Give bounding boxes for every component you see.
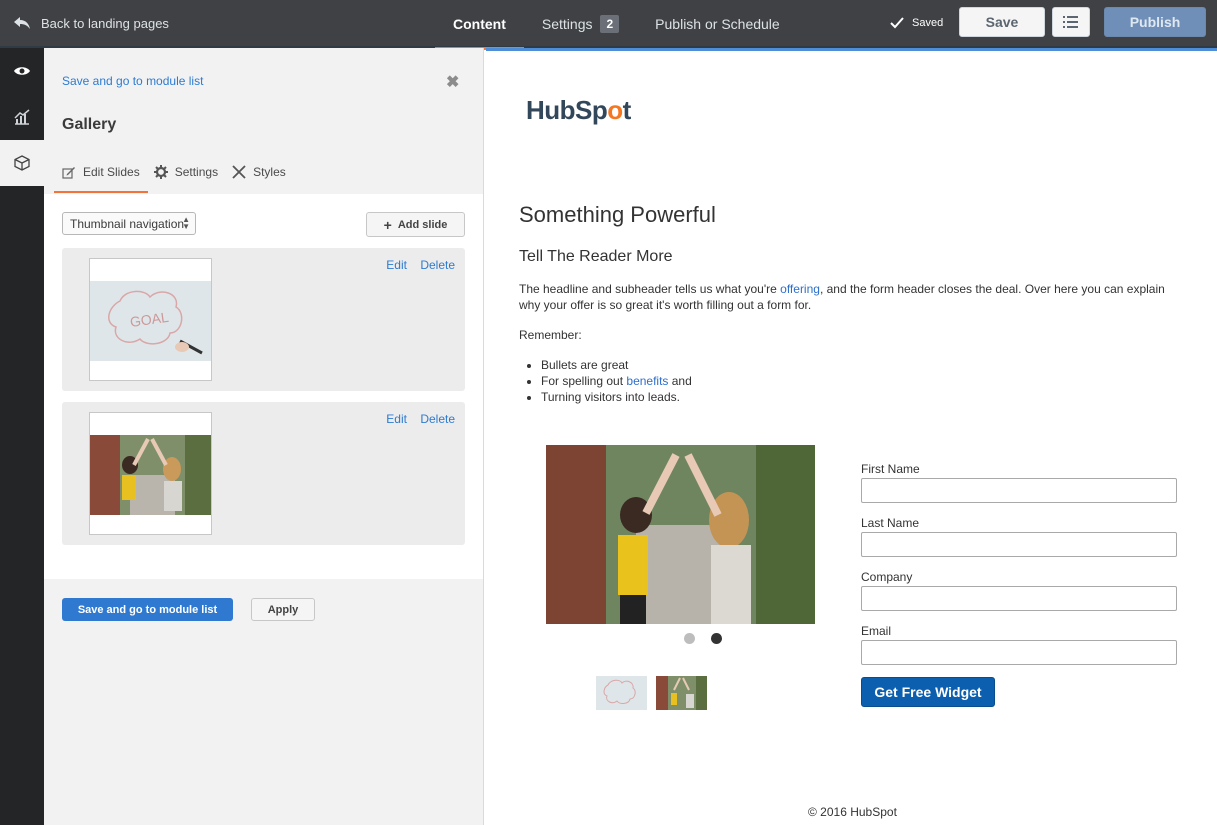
bullet-text: For spelling out [541, 374, 627, 388]
back-arrow-icon [14, 17, 30, 29]
publish-button[interactable]: Publish [1104, 7, 1206, 37]
select-arrows-icon: ▲ ▼ [182, 215, 190, 231]
gallery-main-image[interactable] [546, 445, 815, 624]
settings-count-badge: 2 [600, 15, 620, 33]
styles-icon [232, 165, 246, 179]
last-name-field[interactable] [861, 532, 1177, 557]
save-button[interactable]: Save [959, 7, 1045, 37]
edit-icon [62, 166, 75, 179]
bullet-item: For spelling out benefits and [541, 373, 692, 389]
email-label: Email [861, 624, 892, 638]
close-icon[interactable]: ✖ [446, 72, 459, 92]
page-subheadline: Tell The Reader More [519, 248, 673, 265]
tab-publish-or-schedule[interactable]: Publish or Schedule [637, 0, 798, 48]
slider-dot[interactable] [684, 633, 695, 644]
page-headline: Something Powerful [519, 202, 716, 227]
bullet-item: Bullets are great [541, 357, 692, 373]
slide-thumbnail: GOAL [89, 258, 212, 381]
company-label: Company [861, 570, 913, 584]
module-box-icon [14, 155, 30, 171]
email-field[interactable] [861, 640, 1177, 665]
company-field[interactable] [861, 586, 1177, 611]
remember-label: Remember: [519, 328, 582, 342]
rail-analytics[interactable] [0, 94, 44, 140]
left-icon-rail [0, 48, 44, 825]
page-preview: HubSp o t Something Powerful Tell The Read… [486, 48, 1217, 825]
analytics-icon [14, 109, 30, 125]
bullet-text: and [668, 374, 692, 388]
subtab-styles-label: Styles [253, 165, 286, 179]
hubspot-logo: HubSp o t [526, 95, 631, 126]
slider-dots [684, 633, 738, 644]
navigation-type-value: Thumbnail navigation [70, 216, 185, 231]
add-slide-label: Add slide [397, 218, 448, 231]
gear-icon [153, 165, 168, 179]
edit-slide-link[interactable]: Edit [386, 412, 407, 426]
slide-card: Edit Delete [62, 402, 465, 545]
high-five-image [90, 435, 211, 515]
body-paragraph: The headline and subheader tells us what… [519, 281, 1179, 313]
body-text-start: The headline and subheader tells us what… [519, 282, 781, 296]
first-name-label: First Name [861, 462, 920, 476]
tab-content[interactable]: Content [435, 0, 524, 50]
apply-button[interactable]: Apply [251, 598, 315, 621]
rail-modules[interactable] [0, 140, 44, 186]
top-tabs: Content Settings 2 Publish or Schedule [435, 0, 798, 50]
slider-dot-active[interactable] [711, 633, 722, 644]
subtab-edit-slides[interactable]: Edit Slides [54, 160, 148, 193]
delete-slide-link[interactable]: Delete [420, 258, 455, 272]
module-title: Gallery [62, 116, 117, 133]
save-and-go-to-module-list-link[interactable]: Save and go to module list [62, 74, 203, 88]
checkmark-icon [890, 17, 904, 29]
benefits-link[interactable]: benefits [626, 374, 668, 388]
slide-actions: Edit Delete [376, 412, 455, 426]
subtab-edit-slides-label: Edit Slides [83, 165, 140, 179]
slide-thumbnail [89, 412, 212, 535]
lead-form: First Name Last Name Company Email [861, 462, 1177, 678]
eye-icon [14, 67, 30, 75]
rail-preview[interactable] [0, 48, 44, 94]
module-editor-panel: Save and go to module list ✖ Gallery Edi… [44, 48, 484, 825]
bullet-list: Bullets are great For spelling out benef… [541, 357, 692, 405]
first-name-field[interactable] [861, 478, 1177, 503]
save-and-go-to-module-list-button[interactable]: Save and go to module list [62, 598, 233, 621]
delete-slide-link[interactable]: Delete [420, 412, 455, 426]
editor-subtabs: Edit Slides Settings Styles [54, 160, 300, 193]
get-free-widget-button[interactable]: Get Free Widget [861, 677, 995, 707]
saved-status: Saved [890, 0, 943, 46]
top-bar: Back to landing pages Content Settings 2 … [0, 0, 1217, 50]
last-name-label: Last Name [861, 516, 920, 530]
add-slide-button[interactable]: + Add slide [366, 212, 465, 237]
logo-sprocket: o [607, 95, 623, 125]
slide-actions: Edit Delete [376, 258, 455, 272]
tab-settings-label: Settings [541, 16, 593, 32]
page-footer: © 2016 HubSpot [808, 805, 897, 819]
gallery-thumbnail-high-five[interactable] [656, 676, 707, 710]
navigation-type-select[interactable]: Thumbnail navigation ▲ ▼ [62, 212, 196, 235]
slides-area: Thumbnail navigation ▲ ▼ + Add slide GOAL… [44, 194, 483, 579]
plus-icon: + [383, 216, 392, 233]
logo-text-start: HubSp [526, 95, 608, 125]
subtab-settings[interactable]: Settings [153, 160, 219, 184]
gallery-thumbnail-goal[interactable] [596, 676, 647, 710]
tab-settings[interactable]: Settings 2 [524, 0, 637, 48]
goal-whiteboard-image: GOAL [90, 281, 211, 361]
subtab-styles[interactable]: Styles [232, 160, 286, 184]
offering-link[interactable]: offering [780, 282, 820, 296]
bullet-item: Turning visitors into leads. [541, 389, 692, 405]
logo-text-end: t [622, 95, 632, 125]
edit-slide-link[interactable]: Edit [386, 258, 407, 272]
back-to-landing-pages-link[interactable]: Back to landing pages [12, 0, 169, 46]
back-label: Back to landing pages [41, 15, 169, 31]
slide-card: GOAL Edit Delete [62, 248, 465, 391]
subtab-settings-label: Settings [174, 165, 219, 179]
list-icon [1063, 16, 1078, 28]
tab-content-label: Content [453, 16, 506, 32]
tab-publish-label: Publish or Schedule [655, 16, 780, 32]
saved-label: Saved [912, 17, 944, 29]
list-menu-button[interactable] [1052, 7, 1090, 37]
